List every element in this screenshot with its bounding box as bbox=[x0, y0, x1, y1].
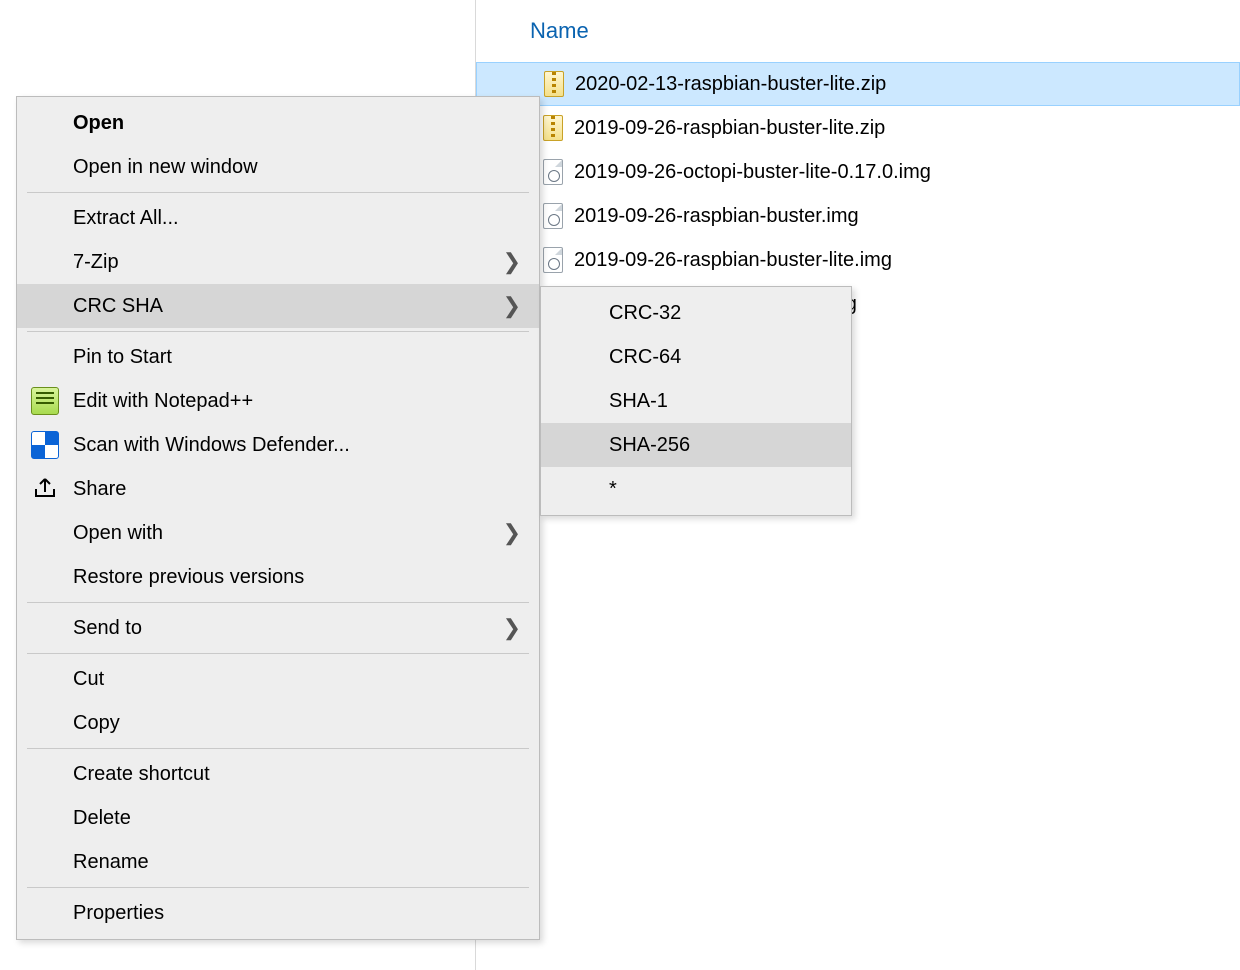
file-row[interactable]: 2019-09-26-raspbian-buster-lite.zip bbox=[476, 106, 1240, 150]
context-menu: Open Open in new window Extract All... 7-Zi… bbox=[16, 96, 540, 940]
file-row[interactable]: 2020-02-13-raspbian-buster-lite.zip bbox=[476, 62, 1240, 106]
file-row[interactable]: 2019-09-26-octopi-buster-lite-0.17.0.img bbox=[476, 150, 1240, 194]
menu-item-edit-with-notepadpp[interactable]: Edit with Notepad++ bbox=[17, 379, 539, 423]
menu-item-label: CRC SHA bbox=[73, 295, 163, 318]
submenu-item-sha-1[interactable]: SHA-1 bbox=[541, 379, 851, 423]
menu-item-label: Delete bbox=[73, 807, 131, 830]
menu-item-label: Scan with Windows Defender... bbox=[73, 434, 350, 457]
menu-item-label: Create shortcut bbox=[73, 763, 210, 786]
submenu-item-crc-32[interactable]: CRC-32 bbox=[541, 291, 851, 335]
windows-defender-icon bbox=[31, 431, 59, 459]
submenu-item-label: CRC-64 bbox=[609, 346, 681, 369]
file-name-label: 2020-02-13-raspbian-buster-lite.zip bbox=[575, 73, 886, 96]
menu-item-share[interactable]: Share bbox=[17, 467, 539, 511]
menu-item-open[interactable]: Open bbox=[17, 101, 539, 145]
submenu-item-label: CRC-32 bbox=[609, 302, 681, 325]
menu-item-scan-with-defender[interactable]: Scan with Windows Defender... bbox=[17, 423, 539, 467]
chevron-right-icon: ❯ bbox=[503, 520, 521, 546]
menu-item-label: Pin to Start bbox=[73, 346, 172, 369]
menu-item-seven-zip[interactable]: 7-Zip ❯ bbox=[17, 240, 539, 284]
menu-item-send-to[interactable]: Send to ❯ bbox=[17, 606, 539, 650]
menu-separator bbox=[27, 192, 529, 193]
column-header-name[interactable]: Name bbox=[476, 0, 1240, 62]
chevron-right-icon: ❯ bbox=[503, 615, 521, 641]
menu-separator bbox=[27, 653, 529, 654]
file-name-label: 2019-09-26-octopi-buster-lite-0.17.0.img bbox=[574, 161, 931, 184]
file-name-label: 2019-09-26-raspbian-buster-lite.zip bbox=[574, 117, 885, 140]
menu-item-label: 7-Zip bbox=[73, 251, 119, 274]
file-name-label: 2019-09-26-raspbian-buster-lite.img bbox=[574, 249, 892, 272]
file-row[interactable]: 2019-09-26-raspbian-buster-lite.img bbox=[476, 238, 1240, 282]
submenu-item-label: SHA-256 bbox=[609, 434, 690, 457]
menu-item-label: Open with bbox=[73, 522, 163, 545]
menu-item-label: Copy bbox=[73, 712, 120, 735]
img-file-icon bbox=[542, 247, 564, 273]
menu-item-open-new-window[interactable]: Open in new window bbox=[17, 145, 539, 189]
submenu-item-label: SHA-1 bbox=[609, 390, 668, 413]
menu-item-rename[interactable]: Rename bbox=[17, 840, 539, 884]
menu-item-label: Share bbox=[73, 478, 126, 501]
menu-item-label: Restore previous versions bbox=[73, 566, 304, 589]
menu-item-cut[interactable]: Cut bbox=[17, 657, 539, 701]
file-name-label: 2019-09-26-raspbian-buster.img bbox=[574, 205, 859, 228]
submenu-item-star[interactable]: * bbox=[541, 467, 851, 511]
zip-file-icon bbox=[542, 115, 564, 141]
zip-file-icon bbox=[543, 71, 565, 97]
img-file-icon bbox=[542, 159, 564, 185]
submenu-item-crc-64[interactable]: CRC-64 bbox=[541, 335, 851, 379]
file-row[interactable]: 2019-09-26-raspbian-buster.img bbox=[476, 194, 1240, 238]
notepad-plus-plus-icon bbox=[31, 387, 59, 415]
menu-item-pin-to-start[interactable]: Pin to Start bbox=[17, 335, 539, 379]
chevron-right-icon: ❯ bbox=[503, 293, 521, 319]
menu-item-open-with[interactable]: Open with ❯ bbox=[17, 511, 539, 555]
menu-item-crc-sha[interactable]: CRC SHA ❯ bbox=[17, 284, 539, 328]
img-file-icon bbox=[542, 203, 564, 229]
share-icon bbox=[31, 475, 59, 503]
menu-item-label: Cut bbox=[73, 668, 104, 691]
menu-item-label: Send to bbox=[73, 617, 142, 640]
menu-item-label: Rename bbox=[73, 851, 149, 874]
chevron-right-icon: ❯ bbox=[503, 249, 521, 275]
submenu-item-label: * bbox=[609, 478, 617, 501]
menu-separator bbox=[27, 331, 529, 332]
menu-item-delete[interactable]: Delete bbox=[17, 796, 539, 840]
submenu-crc-sha: CRC-32 CRC-64 SHA-1 SHA-256 * bbox=[540, 286, 852, 516]
menu-item-label: Edit with Notepad++ bbox=[73, 390, 253, 413]
menu-item-label: Open bbox=[73, 112, 124, 135]
menu-item-create-shortcut[interactable]: Create shortcut bbox=[17, 752, 539, 796]
menu-item-copy[interactable]: Copy bbox=[17, 701, 539, 745]
submenu-item-sha-256[interactable]: SHA-256 bbox=[541, 423, 851, 467]
menu-item-label: Open in new window bbox=[73, 156, 258, 179]
menu-separator bbox=[27, 887, 529, 888]
menu-separator bbox=[27, 602, 529, 603]
menu-item-extract-all[interactable]: Extract All... bbox=[17, 196, 539, 240]
menu-item-label: Properties bbox=[73, 902, 164, 925]
menu-item-properties[interactable]: Properties bbox=[17, 891, 539, 935]
menu-separator bbox=[27, 748, 529, 749]
menu-item-restore-previous-versions[interactable]: Restore previous versions bbox=[17, 555, 539, 599]
menu-item-label: Extract All... bbox=[73, 207, 179, 230]
